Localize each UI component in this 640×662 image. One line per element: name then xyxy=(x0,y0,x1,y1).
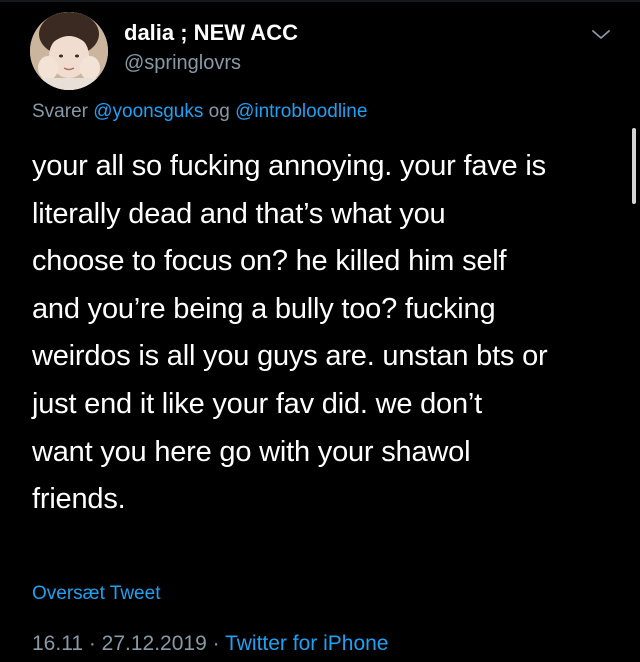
tweet-text-line: weirdos is all you guys are. unstan bts … xyxy=(32,340,548,373)
tweet-date: 27.12.2019 xyxy=(101,632,207,655)
meta-separator: · xyxy=(83,632,102,655)
tweet-text-line: and you’re being a bully too? fucking xyxy=(32,292,496,325)
tweet-text: your all so fucking annoying. your fave … xyxy=(32,143,622,524)
tweet-text-line: friends. xyxy=(32,483,126,516)
tweet-time: 16.11 xyxy=(32,632,83,655)
avatar-photo-icon xyxy=(30,12,108,90)
translate-tweet-link[interactable]: Oversæt Tweet xyxy=(32,583,160,605)
avatar[interactable] xyxy=(30,12,108,90)
chevron-down-icon xyxy=(592,30,610,39)
top-divider xyxy=(0,0,640,2)
scrollbar-thumb[interactable] xyxy=(632,128,636,204)
tweet-text-line: literally dead and that’s what you xyxy=(32,197,446,230)
reply-mention-yoonsguks[interactable]: @yoonsguks xyxy=(93,101,203,122)
tweet-meta: 16.11 · 27.12.2019 · Twitter for iPhone xyxy=(32,632,388,656)
tweet-text-line: just end it like your fav did. we don’t xyxy=(32,387,482,420)
meta-separator: · xyxy=(206,632,226,655)
tweet: dalia ; NEW ACC @springlovrs Svarer @yoo… xyxy=(0,0,640,662)
tweet-menu-button[interactable] xyxy=(590,28,612,42)
reply-context: Svarer @yoonsguks og @introbloodline xyxy=(32,101,367,123)
reply-joiner: og xyxy=(203,101,236,122)
user-handle[interactable]: @springlovrs xyxy=(124,52,241,75)
tweet-text-line: choose to focus on? he killed him self xyxy=(32,245,507,278)
tweet-source-link[interactable]: Twitter for iPhone xyxy=(225,632,388,655)
display-name[interactable]: dalia ; NEW ACC xyxy=(124,20,298,46)
tweet-text-line: want you here go with your shawol xyxy=(32,435,471,468)
reply-prefix: Svarer xyxy=(32,101,94,122)
tweet-text-line: your all so fucking annoying. your fave … xyxy=(32,150,546,182)
reply-mention-introbloodline[interactable]: @introbloodline xyxy=(235,101,367,122)
